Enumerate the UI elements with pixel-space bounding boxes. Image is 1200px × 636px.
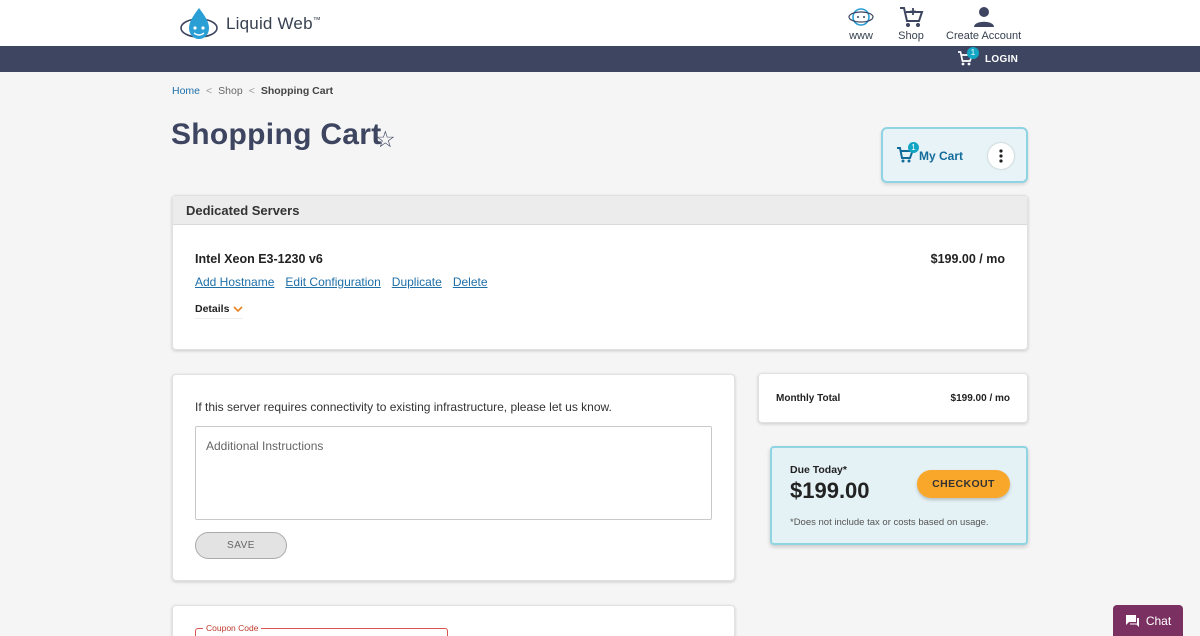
breadcrumb-current: Shopping Cart xyxy=(260,85,334,97)
login-link[interactable]: LOGIN xyxy=(985,54,1018,65)
tax-note: *Does not include tax or costs based on … xyxy=(790,517,989,528)
breadcrumb: Home < Shop < Shopping Cart xyxy=(172,85,333,97)
add-hostname-link[interactable]: Add Hostname xyxy=(195,275,274,289)
checkout-button[interactable]: CHECKOUT xyxy=(917,470,1010,498)
brand-name: Liquid Web™ xyxy=(226,14,321,33)
details-toggle[interactable]: Details xyxy=(195,303,244,319)
instructions-message: If this server requires connectivity to … xyxy=(195,400,612,414)
chat-button[interactable]: Chat xyxy=(1113,605,1183,636)
breadcrumb-separator: < xyxy=(206,85,213,97)
due-today-card: Due Today* $199.00 CHECKOUT *Does not in… xyxy=(770,446,1028,545)
logo[interactable]: Liquid Web™ xyxy=(178,4,321,44)
nav-www-label: www xyxy=(849,30,873,42)
additional-instructions-input[interactable] xyxy=(195,426,712,520)
coupon-card: Coupon Code xyxy=(172,605,735,636)
cart-count-badge: 1 xyxy=(967,47,979,59)
nav-shop-label: Shop xyxy=(898,30,924,42)
star-icon[interactable]: ☆ xyxy=(375,126,396,153)
header-cart[interactable]: 1 xyxy=(957,47,979,71)
globe-icon xyxy=(848,4,874,30)
monthly-total-card: Monthly Total $199.00 / mo xyxy=(758,373,1028,423)
monthly-total-value: $199.00 / mo xyxy=(950,393,1010,404)
breadcrumb-home[interactable]: Home xyxy=(172,85,200,97)
top-header: Liquid Web™ www Shop Create Account xyxy=(0,0,1200,46)
breadcrumb-shop[interactable]: Shop xyxy=(218,85,243,97)
my-cart-widget[interactable]: 1 My Cart xyxy=(881,127,1028,183)
breadcrumb-separator: < xyxy=(248,85,255,97)
instructions-card: If this server requires connectivity to … xyxy=(172,374,735,581)
dedicated-servers-card: Dedicated Servers Intel Xeon E3-1230 v6 … xyxy=(172,195,1028,350)
kebab-icon xyxy=(999,149,1003,163)
my-cart-count-badge: 1 xyxy=(908,142,919,153)
due-today-amount: $199.00 xyxy=(790,478,870,503)
chat-icon xyxy=(1125,614,1139,627)
sub-header: 1 xyxy=(0,46,1200,72)
page-title: Shopping Cart xyxy=(171,118,382,151)
nav-shop[interactable]: Shop xyxy=(898,4,924,42)
liquid-web-logo-icon xyxy=(180,8,218,39)
chevron-down-icon xyxy=(233,305,244,312)
nav-create-account[interactable]: Create Account xyxy=(946,4,1021,42)
account-icon xyxy=(971,4,997,30)
monthly-total-label: Monthly Total xyxy=(776,393,841,404)
due-today-label: Due Today* xyxy=(790,464,847,476)
server-name: Intel Xeon E3-1230 v6 xyxy=(195,252,323,266)
nav-create-account-label: Create Account xyxy=(946,30,1022,42)
server-price: $199.00 / mo xyxy=(930,252,1005,266)
duplicate-link[interactable]: Duplicate xyxy=(392,275,442,289)
my-cart-label: My Cart xyxy=(919,149,964,163)
section-heading: Dedicated Servers xyxy=(173,196,1027,225)
cart-menu-button[interactable] xyxy=(988,143,1014,169)
chat-label: Chat xyxy=(1145,613,1172,628)
details-label: Details xyxy=(195,303,230,315)
nav-www[interactable]: www xyxy=(848,4,874,42)
save-button[interactable]: SAVE xyxy=(195,532,287,559)
server-actions: Add Hostname Edit Configuration Duplicat… xyxy=(195,275,488,289)
shop-cart-icon xyxy=(898,4,924,30)
delete-link[interactable]: Delete xyxy=(453,275,488,289)
edit-configuration-link[interactable]: Edit Configuration xyxy=(285,275,380,289)
coupon-code-label: Coupon Code xyxy=(203,623,262,633)
